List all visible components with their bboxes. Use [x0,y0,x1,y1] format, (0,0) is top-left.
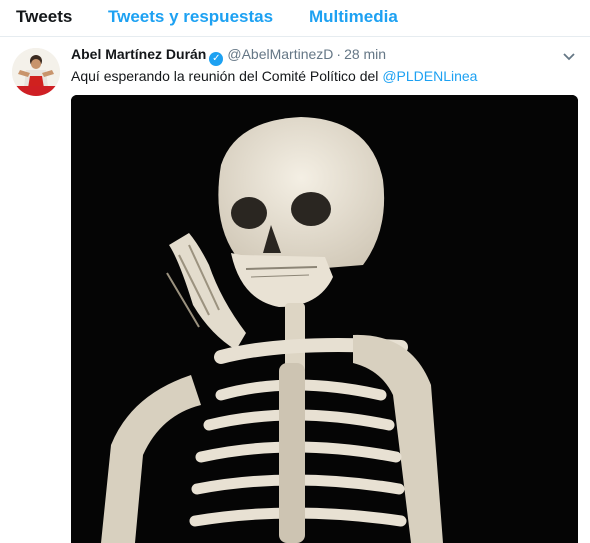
mention-link[interactable]: @PLDENLinea [382,68,477,84]
profile-timeline: Tweets Tweets y respuestas Multimedia Ab… [0,0,590,543]
tweet-media[interactable] [71,95,578,543]
author-handle[interactable]: @AbelMartinezD [227,46,333,62]
tweet-text: Aquí esperando la reunión del Comité Pol… [71,68,477,84]
chevron-down-icon[interactable] [562,49,576,63]
avatar-image [12,48,60,96]
verified-icon: ✓ [209,52,224,66]
avatar[interactable] [12,48,60,96]
tweet-text-body: Aquí esperando la reunión del Comité Pol… [71,68,383,84]
tab-tweets[interactable]: Tweets [16,7,72,27]
tab-tweets-and-replies[interactable]: Tweets y respuestas [108,7,273,27]
tweet-header: Abel Martínez Durán ✓ @AbelMartinezD · 28 mi… [71,46,386,66]
author-name[interactable]: Abel Martínez Durán [71,46,206,62]
skeleton-photo [71,95,578,543]
separator: · [336,46,342,62]
tab-media[interactable]: Multimedia [309,7,398,27]
tweet-timestamp[interactable]: 28 min [344,46,386,62]
profile-tabs: Tweets Tweets y respuestas Multimedia [0,0,590,37]
